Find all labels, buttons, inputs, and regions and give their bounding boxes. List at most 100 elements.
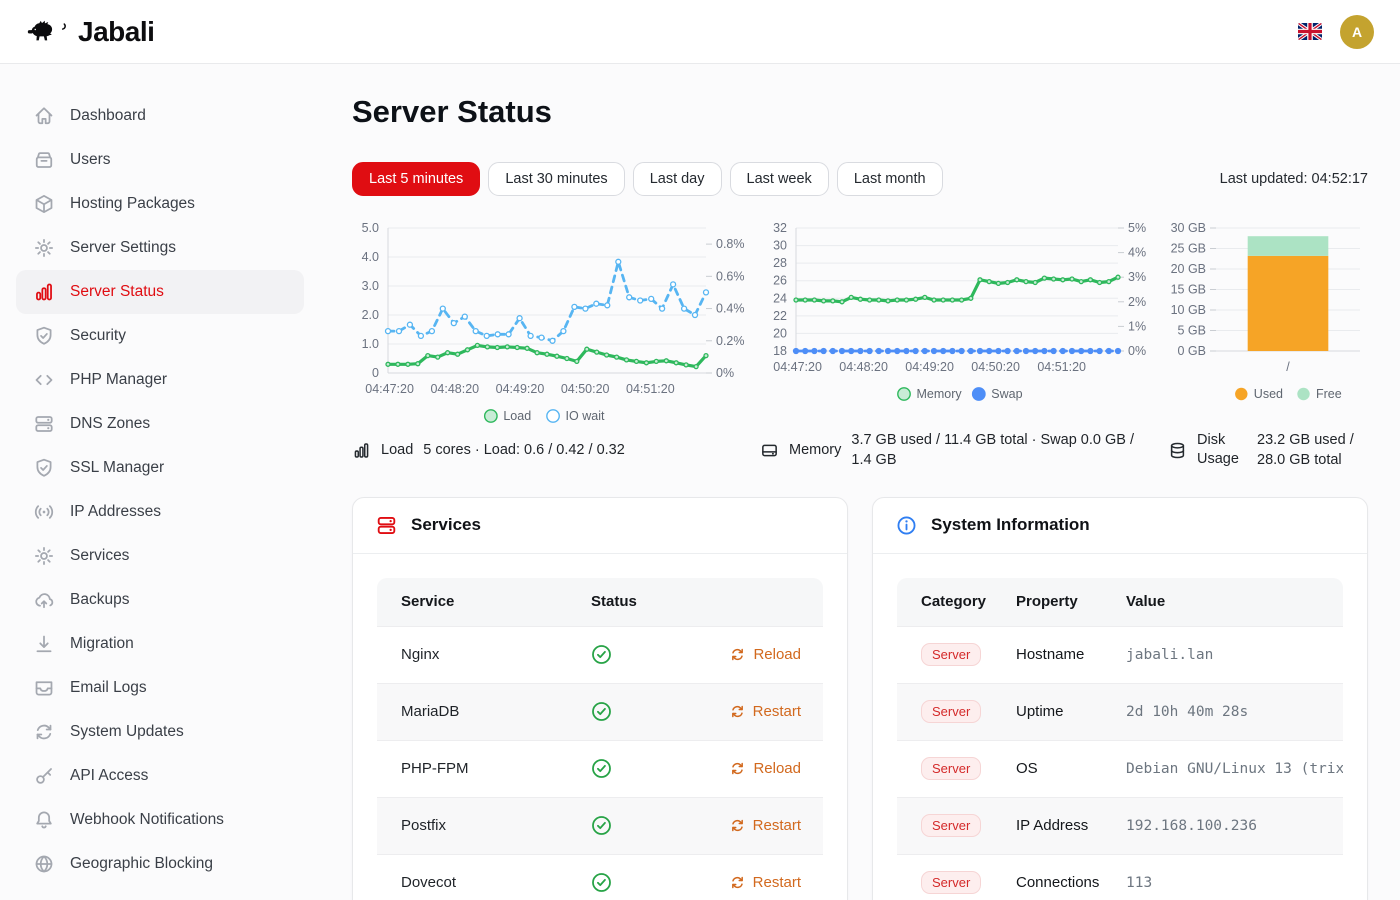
sidebar-item-api-access[interactable]: API Access xyxy=(16,754,304,798)
disk-summary-value: 23.2 GB used / 28.0 GB total xyxy=(1257,430,1368,471)
svg-text:2%: 2% xyxy=(1128,295,1146,309)
service-row-postfix: Postfix Restart xyxy=(377,797,823,854)
filter-last-30-minutes[interactable]: Last 30 minutes xyxy=(488,162,624,196)
server-stack-icon xyxy=(375,514,398,537)
property-name: Uptime xyxy=(1016,703,1126,720)
svg-text:10 GB: 10 GB xyxy=(1171,303,1206,317)
status-ok-icon xyxy=(591,815,612,836)
svg-text:2.0: 2.0 xyxy=(362,308,379,322)
sidebar-item-ip-addresses[interactable]: IP Addresses xyxy=(16,490,304,534)
filter-last-day[interactable]: Last day xyxy=(633,162,722,196)
users-icon xyxy=(33,149,55,171)
svg-text:04:48:20: 04:48:20 xyxy=(839,360,888,374)
code-icon xyxy=(33,369,55,391)
sidebar-item-label: DNS Zones xyxy=(70,415,150,433)
service-action-restart-button[interactable]: Restart xyxy=(730,703,823,720)
charts-row: 01.02.03.04.05.00%0.2%0.4%0.6%0.8%04:47:… xyxy=(352,214,1368,426)
services-card: Services Service StatusNginxReloadMariaD… xyxy=(352,497,848,900)
sidebar-item-security[interactable]: Security xyxy=(16,314,304,358)
page-title: Server Status xyxy=(352,94,1368,130)
svg-text:32: 32 xyxy=(773,221,787,235)
category-badge: Server xyxy=(921,700,981,723)
bell-icon xyxy=(33,809,55,831)
system-row-uptime: ServerUptime2d 10h 40m 28s xyxy=(897,683,1343,740)
cloud-upload-icon xyxy=(33,589,55,611)
disk-summary: Disk Usage 23.2 GB used / 28.0 GB total xyxy=(1168,430,1368,471)
sidebar-item-dashboard[interactable]: Dashboard xyxy=(16,94,304,138)
svg-text:18: 18 xyxy=(773,344,787,358)
service-name: Postfix xyxy=(377,817,591,834)
column-header-value: Value xyxy=(1126,593,1343,610)
sidebar-item-users[interactable]: Users xyxy=(16,138,304,182)
info-icon xyxy=(895,514,918,537)
svg-text:4.0: 4.0 xyxy=(362,250,379,264)
property-value: 113 xyxy=(1126,875,1343,891)
sidebar-item-system-updates[interactable]: System Updates xyxy=(16,710,304,754)
svg-text:Used: Used xyxy=(1254,387,1283,401)
filter-last-week[interactable]: Last week xyxy=(730,162,829,196)
category-badge: Server xyxy=(921,757,981,780)
svg-text:0%: 0% xyxy=(716,366,734,380)
svg-text:Load: Load xyxy=(503,409,531,423)
sidebar-item-migration[interactable]: Migration xyxy=(16,622,304,666)
sidebar-item-label: Webhook Notifications xyxy=(70,811,224,829)
svg-text:04:47:20: 04:47:20 xyxy=(365,382,414,396)
avatar[interactable]: A xyxy=(1340,15,1374,49)
svg-text:1.0: 1.0 xyxy=(362,337,379,351)
package-icon xyxy=(33,193,55,215)
service-name: Nginx xyxy=(377,646,591,663)
last-updated-text: Last updated: 04:52:17 xyxy=(1220,171,1368,187)
svg-text:25 GB: 25 GB xyxy=(1171,242,1206,256)
sidebar-item-dns-zones[interactable]: DNS Zones xyxy=(16,402,304,446)
svg-text:0.2%: 0.2% xyxy=(716,334,745,348)
system-row-connections: ServerConnections113 xyxy=(897,854,1343,900)
download-icon xyxy=(33,633,55,655)
home-icon xyxy=(33,105,55,127)
sidebar-item-label: Users xyxy=(70,151,110,169)
property-name: IP Address xyxy=(1016,817,1126,834)
service-action-label: Reload xyxy=(753,760,801,777)
service-row-dovecot: DovecotRestart xyxy=(377,854,823,900)
filter-last-month[interactable]: Last month xyxy=(837,162,943,196)
boar-logo-icon xyxy=(26,15,70,49)
sidebar-item-label: Security xyxy=(70,327,126,345)
sidebar-item-email-logs[interactable]: Email Logs xyxy=(16,666,304,710)
uk-flag-icon[interactable] xyxy=(1298,23,1322,40)
refresh-icon xyxy=(730,818,745,833)
sidebar-item-ssl-manager[interactable]: SSL Manager xyxy=(16,446,304,490)
system-information-card: System Information Category Property Val… xyxy=(872,497,1368,900)
category-badge: Server xyxy=(921,643,981,666)
status-ok-icon xyxy=(591,701,612,722)
service-action-reload-button[interactable]: Reload xyxy=(730,760,823,777)
service-action-reload-button[interactable]: Reload xyxy=(730,646,823,663)
filter-last-5-minutes[interactable]: Last 5 minutes xyxy=(352,162,480,196)
refresh-icon xyxy=(33,721,55,743)
svg-text:26: 26 xyxy=(773,274,787,288)
svg-text:22: 22 xyxy=(773,309,787,323)
category-badge: Server xyxy=(921,871,981,894)
sidebar-item-backups[interactable]: Backups xyxy=(16,578,304,622)
svg-text:IO wait: IO wait xyxy=(566,409,605,423)
sidebar-item-hosting-packages[interactable]: Hosting Packages xyxy=(16,182,304,226)
sidebar-item-label: API Access xyxy=(70,767,148,785)
svg-text:0: 0 xyxy=(372,366,379,380)
sidebar-item-label: Backups xyxy=(70,591,129,609)
service-action-restart-button[interactable]: Restart xyxy=(730,874,823,891)
sidebar-item-services[interactable]: Services xyxy=(16,534,304,578)
sidebar-item-label: Geographic Blocking xyxy=(70,855,213,873)
brand-name: Jabali xyxy=(78,16,154,48)
service-action-restart-button[interactable]: Restart xyxy=(730,817,823,834)
key-icon xyxy=(33,765,55,787)
chart-summaries: Load 5 cores · Load: 0.6 / 0.42 / 0.32 M… xyxy=(352,430,1368,471)
sidebar-item-geographic-blocking[interactable]: Geographic Blocking xyxy=(16,842,304,886)
load-summary-label: Load xyxy=(381,442,413,458)
load-chart: 01.02.03.04.05.00%0.2%0.4%0.6%0.8%04:47:… xyxy=(352,214,754,426)
system-row-hostname: ServerHostnamejabali.lan xyxy=(897,626,1343,683)
service-row-mariadb: MariaDBRestart xyxy=(377,683,823,740)
sidebar-item-server-status[interactable]: Server Status xyxy=(16,270,304,314)
sidebar-item-label: Email Logs xyxy=(70,679,147,697)
sidebar-item-webhook-notifications[interactable]: Webhook Notifications xyxy=(16,798,304,842)
sidebar-item-php-manager[interactable]: PHP Manager xyxy=(16,358,304,402)
sidebar-item-server-settings[interactable]: Server Settings xyxy=(16,226,304,270)
system-row-os: ServerOSDebian GNU/Linux 13 (trixie) xyxy=(897,740,1343,797)
